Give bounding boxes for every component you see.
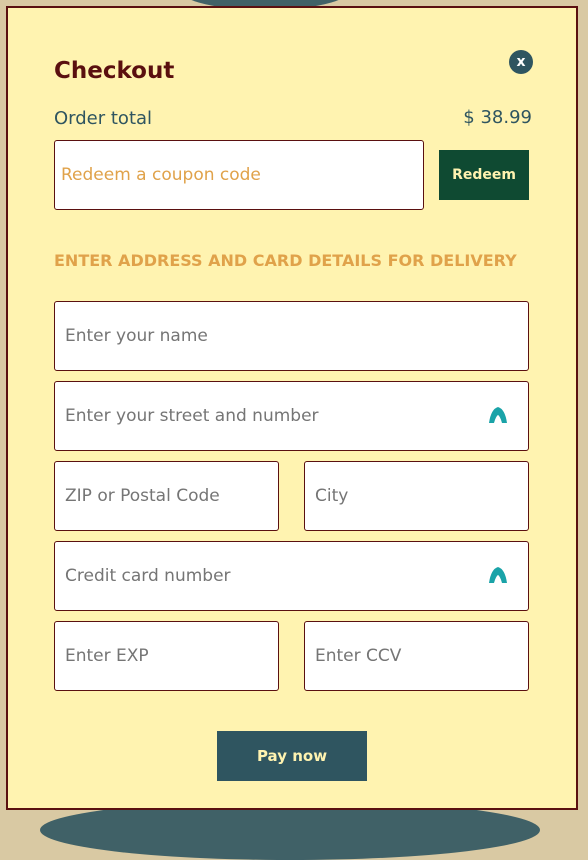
credit-card-placeholder: Credit card number — [65, 566, 231, 586]
street-placeholder: Enter your street and number — [65, 406, 319, 426]
modal-title: Checkout — [54, 58, 175, 84]
autofill-icon[interactable] — [488, 406, 508, 424]
city-placeholder: City — [315, 486, 349, 506]
credit-card-field[interactable]: Credit card number — [54, 541, 529, 611]
zip-field[interactable]: ZIP or Postal Code — [54, 461, 279, 531]
city-field[interactable]: City — [304, 461, 529, 531]
coupon-placeholder: Redeem a coupon code — [61, 165, 261, 185]
autofill-icon[interactable] — [488, 566, 508, 584]
redeem-button[interactable]: Redeem — [439, 150, 529, 200]
delivery-section-heading: ENTER ADDRESS AND CARD DETAILS FOR DELIV… — [54, 251, 517, 270]
order-total-label: Order total — [54, 108, 153, 129]
checkout-modal: Checkout x Order total $ 38.99 Redeem a … — [6, 6, 578, 810]
ccv-field[interactable]: Enter CCV — [304, 621, 529, 691]
street-field[interactable]: Enter your street and number — [54, 381, 529, 451]
ccv-placeholder: Enter CCV — [315, 646, 402, 666]
zip-placeholder: ZIP or Postal Code — [65, 486, 220, 506]
order-total-value: $ 38.99 — [463, 107, 532, 128]
name-field[interactable]: Enter your name — [54, 301, 529, 371]
exp-field[interactable]: Enter EXP — [54, 621, 279, 691]
exp-placeholder: Enter EXP — [65, 646, 149, 666]
pay-now-button[interactable]: Pay now — [217, 731, 367, 781]
close-button[interactable]: x — [509, 50, 533, 74]
name-placeholder: Enter your name — [65, 326, 208, 346]
coupon-input[interactable]: Redeem a coupon code — [54, 140, 424, 210]
